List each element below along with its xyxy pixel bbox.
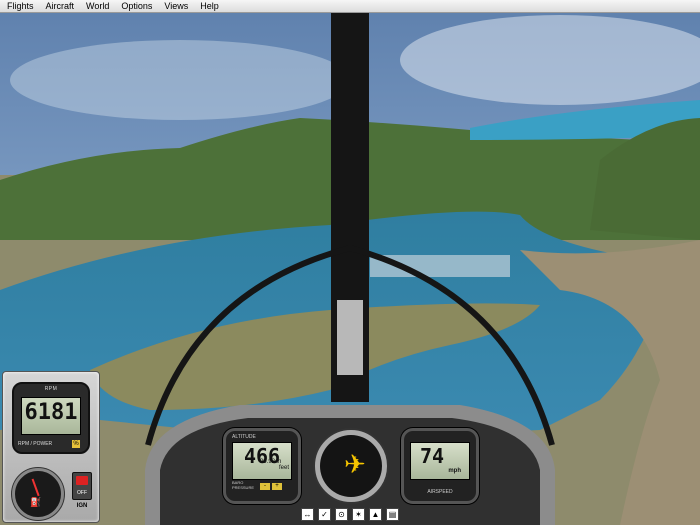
atc-icon[interactable]: ▲ bbox=[369, 508, 382, 521]
airspeed-display: 74 mph bbox=[410, 442, 470, 480]
ignition-switch[interactable]: OFF bbox=[72, 472, 92, 500]
view-icon[interactable]: ↔ bbox=[301, 508, 314, 521]
ignition-label: IGN bbox=[76, 503, 88, 509]
airspeed-footer: AIRSPEED bbox=[427, 489, 453, 495]
airspeed-gauge: 74 mph AIRSPEED bbox=[401, 428, 479, 504]
ignition-knob bbox=[76, 476, 88, 485]
fuel-gauge: ⛽ bbox=[12, 468, 64, 520]
strut-sleeve bbox=[337, 300, 363, 375]
rpm-footer: RPM / POWER bbox=[18, 441, 53, 447]
airspeed-value: 74 bbox=[419, 444, 445, 468]
ignition-off-label: OFF bbox=[77, 490, 87, 496]
fuel-needle bbox=[31, 478, 40, 497]
cloud bbox=[10, 40, 350, 120]
attitude-face: ✈ bbox=[320, 435, 382, 497]
rpm-display: 6181 bbox=[21, 397, 81, 435]
ground-icon[interactable]: ✶ bbox=[352, 508, 365, 521]
menu-options[interactable]: Options bbox=[115, 0, 158, 12]
baro-caption: BARO PRESSURE bbox=[232, 480, 255, 490]
menu-world[interactable]: World bbox=[80, 0, 115, 12]
menu-views[interactable]: Views bbox=[158, 0, 194, 12]
altimeter-caption: ALTITUDE bbox=[232, 434, 256, 440]
menu-aircraft[interactable]: Aircraft bbox=[40, 0, 81, 12]
rpm-percent-button[interactable]: % bbox=[72, 440, 80, 448]
menu-flights[interactable]: Flights bbox=[0, 0, 40, 12]
altitude-unit: feet bbox=[278, 465, 289, 471]
baro-value: 29.92 in bbox=[260, 459, 282, 465]
baro-minus-button[interactable]: - bbox=[260, 483, 270, 490]
baro-buttons: - + bbox=[260, 483, 282, 490]
altimeter-gauge: ALTITUDE 466 feet 29.92 in BARO PRESSURE… bbox=[223, 428, 301, 504]
rpm-value: 6181 bbox=[24, 400, 78, 425]
airspeed-unit: mph bbox=[448, 468, 461, 474]
attitude-indicator: ✈ bbox=[313, 428, 389, 504]
panel-toolbar: ↔ ✓ ⊙ ✶ ▲ ▤ bbox=[301, 508, 399, 521]
marina bbox=[370, 255, 510, 277]
engine-panel: RPM 6181 RPM / POWER % ⛽ OFF IGN bbox=[2, 371, 100, 523]
rpm-caption: RPM bbox=[44, 386, 58, 392]
rpm-gauge: RPM 6181 RPM / POWER % bbox=[12, 382, 90, 454]
menu-bar: Flights Aircraft World Options Views Hel… bbox=[0, 0, 700, 13]
menu-help[interactable]: Help bbox=[194, 0, 225, 12]
baro-plus-button[interactable]: + bbox=[272, 483, 282, 490]
fuel-pump-icon: ⛽ bbox=[30, 497, 42, 507]
kneeboard-icon[interactable]: ▤ bbox=[386, 508, 399, 521]
check-icon[interactable]: ✓ bbox=[318, 508, 331, 521]
map-icon[interactable]: ⊙ bbox=[335, 508, 348, 521]
airplane-icon: ✈ bbox=[344, 449, 366, 479]
instrument-pod: ALTITUDE 466 feet 29.92 in BARO PRESSURE… bbox=[145, 392, 555, 525]
